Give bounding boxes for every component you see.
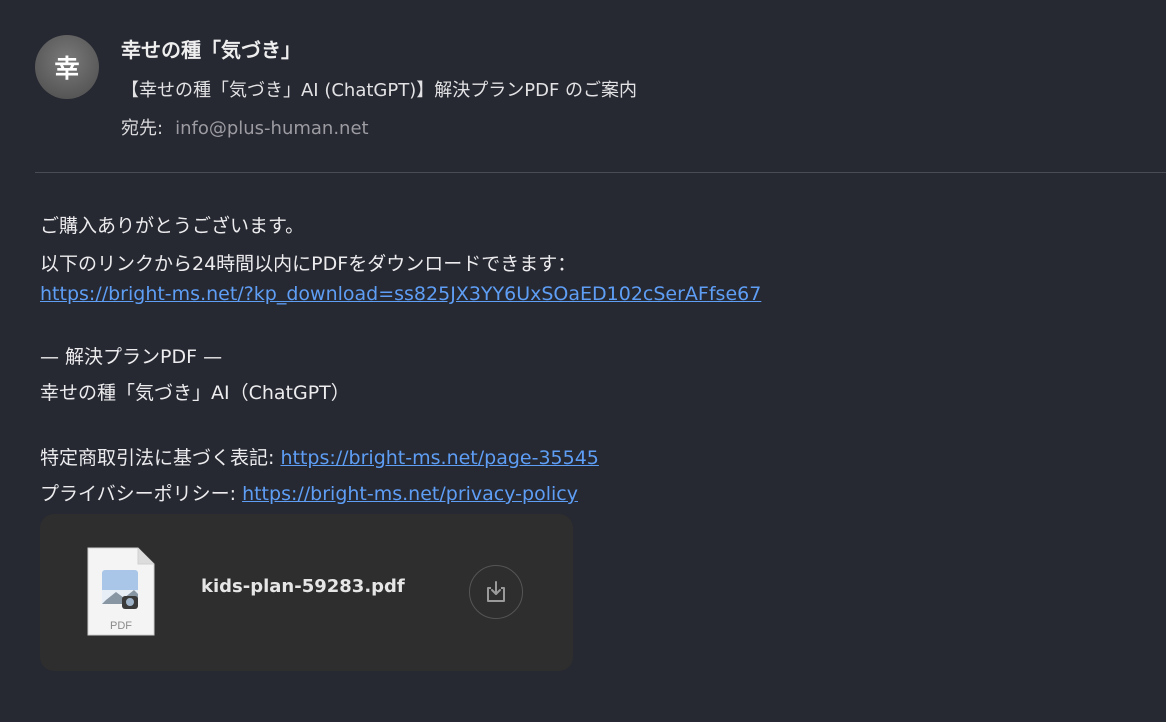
plan-name: 幸せの種「気づき」AI（ChatGPT） [40, 382, 350, 404]
plan-heading: — 解決プランPDF — [40, 346, 223, 368]
pdf-type-label: PDF [110, 620, 132, 632]
download-link-line: https://bright-ms.net/?kp_download=ss825… [40, 283, 761, 305]
download-instruction-text: 以下のリンクから24時間以内にPDFをダウンロードできます： [40, 253, 577, 275]
privacy-policy-link[interactable]: https://bright-ms.net/privacy-policy [242, 483, 578, 505]
avatar-initial: 幸 [54, 54, 80, 83]
email-subject: 【幸せの種「気づき」AI (ChatGPT)】解決プランPDF のご案内 [121, 80, 638, 101]
legal-notice-line: 特定商取引法に基づく表記: https://bright-ms.net/page… [40, 443, 599, 470]
recipient-row: 宛先: info@plus-human.net [121, 114, 369, 140]
sender-name: 幸せの種「気づき」 [121, 38, 301, 62]
download-button[interactable] [469, 565, 523, 619]
download-icon [487, 581, 505, 602]
pdf-file-icon: PDF [87, 547, 155, 636]
greeting-text: ご購入ありがとうございます。 [40, 215, 305, 237]
privacy-policy-line: プライバシーポリシー: https://bright-ms.net/privac… [40, 479, 578, 506]
privacy-policy-label: プライバシーポリシー: [40, 483, 243, 505]
attachment-file-name: kids-plan-59283.pdf [201, 576, 405, 597]
legal-notice-link[interactable]: https://bright-ms.net/page-35545 [280, 447, 598, 469]
sender-avatar: 幸 [35, 35, 99, 99]
legal-notice-label: 特定商取引法に基づく表記: [40, 447, 281, 469]
email-view: 幸 幸せの種「気づき」 【幸せの種「気づき」AI (ChatGPT)】解決プラン… [0, 0, 1166, 722]
header-divider [35, 172, 1166, 173]
recipient-label: 宛先: [121, 118, 164, 139]
attachment-card[interactable]: PDF kids-plan-59283.pdf [40, 514, 573, 671]
download-link[interactable]: https://bright-ms.net/?kp_download=ss825… [40, 283, 761, 305]
recipient-address[interactable]: info@plus-human.net [175, 118, 369, 139]
